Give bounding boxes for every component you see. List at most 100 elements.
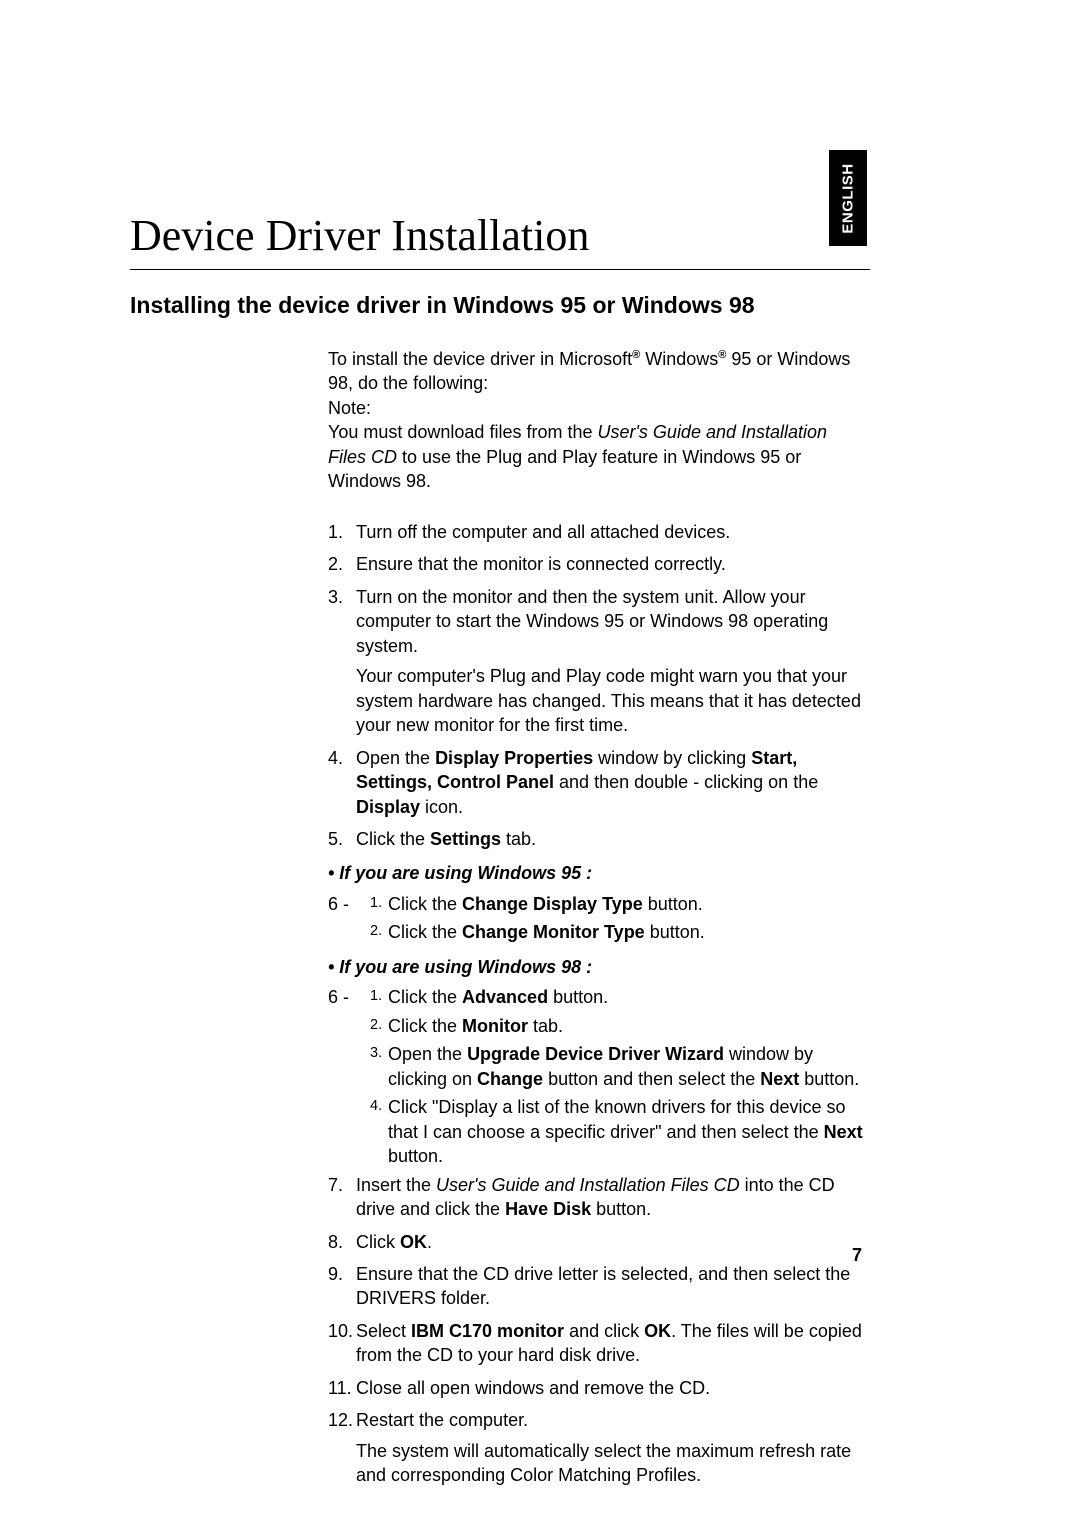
text: Click the <box>356 829 430 849</box>
step-number: 3. <box>328 585 356 738</box>
text: Windows <box>640 349 718 369</box>
substep-number: 1. <box>370 892 388 916</box>
step-6-98-2: 2. Click the Monitor tab. <box>370 1014 870 1038</box>
page-title: Device Driver Installation <box>130 210 870 261</box>
step-text: Restart the computer. The system will au… <box>356 1408 870 1487</box>
note-label: Note: <box>328 396 870 420</box>
step-text: Turn on the monitor and then the system … <box>356 585 870 738</box>
text: Click the <box>388 922 462 942</box>
step-number: 8. <box>328 1230 356 1254</box>
text: Turn on the monitor and then the system … <box>356 587 828 656</box>
bold-term: IBM C170 monitor <box>411 1321 564 1341</box>
step-text: Open the Display Properties window by cl… <box>356 746 870 819</box>
step-text: Click the Change Monitor Type button. <box>388 920 870 944</box>
bold-term: Have Disk <box>505 1199 591 1219</box>
step-text: Close all open windows and remove the CD… <box>356 1376 870 1400</box>
step-number: 6 - <box>328 892 370 916</box>
step-number: 11. <box>328 1376 356 1400</box>
step-number: 12. <box>328 1408 356 1487</box>
step-7: 7. Insert the User's Guide and Installat… <box>328 1173 870 1222</box>
text: tab. <box>528 1016 563 1036</box>
text: button. <box>645 922 705 942</box>
bold-term: Change Display Type <box>462 894 643 914</box>
intro-block: To install the device driver in Microsof… <box>328 347 870 494</box>
text: button and then select the <box>543 1069 760 1089</box>
step-6-95-2: 2. Click the Change Monitor Type button. <box>370 920 870 944</box>
text: Click the <box>388 1016 462 1036</box>
step-number: 1. <box>328 520 356 544</box>
section-heading: Installing the device driver in Windows … <box>130 292 870 319</box>
substep-number: 1. <box>370 985 388 1009</box>
text: To install the device driver in Microsof… <box>328 349 632 369</box>
bold-term: OK <box>400 1232 427 1252</box>
text: . <box>427 1232 432 1252</box>
bullet-win95: • If you are using Windows 95 : <box>328 861 870 885</box>
substep-number: 2. <box>370 1014 388 1038</box>
step-5: 5. Click the Settings tab. <box>328 827 870 851</box>
text: Open the <box>388 1044 467 1064</box>
step-2: 2. Ensure that the monitor is connected … <box>328 552 870 576</box>
step-4: 4. Open the Display Properties window by… <box>328 746 870 819</box>
step-text: Click the Change Display Type button. <box>388 892 870 916</box>
title-rule <box>130 269 870 270</box>
step-text: Ensure that the CD drive letter is selec… <box>356 1262 870 1311</box>
text: icon. <box>420 797 463 817</box>
text: to use the Plug and Play feature in Wind… <box>328 447 801 491</box>
text: Open the <box>356 748 435 768</box>
cd-name: User's Guide and Installation Files CD <box>436 1175 740 1195</box>
step-6-98-4: 4. Click "Display a list of the known dr… <box>370 1095 870 1168</box>
bold-term: OK <box>644 1321 671 1341</box>
intro-p2: You must download files from the User's … <box>328 420 870 493</box>
text: Your computer's Plug and Play code might… <box>356 666 861 735</box>
bold-term: Advanced <box>462 987 548 1007</box>
step-text: Click "Display a list of the known drive… <box>388 1095 870 1168</box>
step-6-98-3: 3. Open the Upgrade Device Driver Wizard… <box>370 1042 870 1091</box>
text: You must download files from the <box>328 422 597 442</box>
text: Click "Display a list of the known drive… <box>388 1097 846 1141</box>
text: window by clicking <box>593 748 751 768</box>
step-number: 6 - <box>328 985 370 1009</box>
step-10: 10. Select IBM C170 monitor and click OK… <box>328 1319 870 1368</box>
step-text: Turn off the computer and all attached d… <box>356 520 870 544</box>
text: Click <box>356 1232 400 1252</box>
step-1: 1. Turn off the computer and all attache… <box>328 520 870 544</box>
step-9: 9. Ensure that the CD drive letter is se… <box>328 1262 870 1311</box>
text: Insert the <box>356 1175 436 1195</box>
page-content: Device Driver Installation Installing th… <box>130 210 870 1496</box>
bold-term: Change Monitor Type <box>462 922 645 942</box>
text: button. <box>643 894 703 914</box>
bullet-win98: • If you are using Windows 98 : <box>328 955 870 979</box>
text: button. <box>388 1146 443 1166</box>
step-6-95-1: 6 - 1. Click the Change Display Type but… <box>328 892 870 916</box>
text: button. <box>799 1069 859 1089</box>
text: button. <box>591 1199 651 1219</box>
text: Click the <box>388 987 462 1007</box>
intro-p1: To install the device driver in Microsof… <box>328 347 870 396</box>
text: Click the <box>388 894 462 914</box>
body-text: To install the device driver in Microsof… <box>328 347 870 1488</box>
step-text: Select IBM C170 monitor and click OK. Th… <box>356 1319 870 1368</box>
step-6-98-1: 6 - 1. Click the Advanced button. <box>328 985 870 1009</box>
text: Restart the computer. <box>356 1410 528 1430</box>
step-3: 3. Turn on the monitor and then the syst… <box>328 585 870 738</box>
step-text: Open the Upgrade Device Driver Wizard wi… <box>388 1042 870 1091</box>
substep-number: 4. <box>370 1095 388 1168</box>
step-number: 9. <box>328 1262 356 1311</box>
bold-term: Next <box>824 1122 863 1142</box>
text: Select <box>356 1321 411 1341</box>
bold-term: Display Properties <box>435 748 593 768</box>
step-number: 7. <box>328 1173 356 1222</box>
substep-number: 2. <box>370 920 388 944</box>
step-number: 5. <box>328 827 356 851</box>
bold-term: Upgrade Device Driver Wizard <box>467 1044 724 1064</box>
text: The system will automatically select the… <box>356 1441 851 1485</box>
step-text: Ensure that the monitor is connected cor… <box>356 552 870 576</box>
step-text: Click the Settings tab. <box>356 827 870 851</box>
text: button. <box>548 987 608 1007</box>
step-text: Insert the User's Guide and Installation… <box>356 1173 870 1222</box>
bold-term: Change <box>477 1069 543 1089</box>
step-number: 4. <box>328 746 356 819</box>
substep-number: 3. <box>370 1042 388 1091</box>
bold-term: Display <box>356 797 420 817</box>
page-number: 7 <box>852 1245 862 1266</box>
